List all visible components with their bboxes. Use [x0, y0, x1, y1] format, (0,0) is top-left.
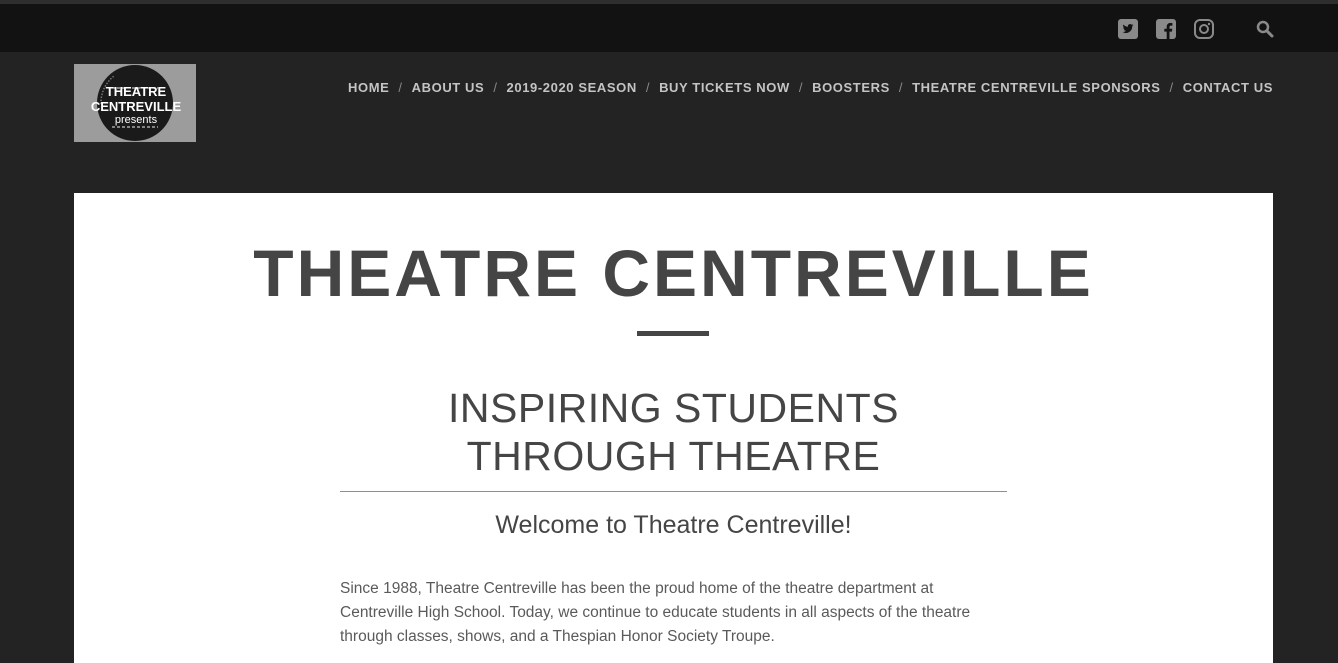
nav-item-season[interactable]: 2019-2020 SEASON: [507, 80, 637, 95]
nav-separator: /: [1169, 80, 1174, 95]
nav-item-about-us[interactable]: ABOUT US: [412, 80, 485, 95]
welcome-heading: Welcome to Theatre Centreville!: [495, 511, 852, 539]
nav-item-buy-tickets[interactable]: BUY TICKETS NOW: [659, 80, 790, 95]
logo-line1: THEATRE: [106, 84, 167, 99]
page-title: THEATRE CENTREVILLE: [253, 236, 1094, 310]
nav-item-contact-us[interactable]: CONTACT US: [1183, 80, 1273, 95]
nav-item-boosters[interactable]: BOOSTERS: [812, 80, 890, 95]
logo-line3: presents: [115, 114, 158, 126]
nav-separator: /: [798, 80, 804, 95]
divider: [340, 491, 1007, 492]
intro-paragraph: Since 1988, Theatre Centreville has been…: [340, 580, 971, 645]
instagram-icon[interactable]: [1193, 18, 1215, 40]
logo-line2: CENTREVILLE: [91, 99, 182, 114]
content-card: THEATRE CENTREVILLE INSPIRING STUDENTS T…: [74, 193, 1273, 663]
twitter-icon[interactable]: [1117, 18, 1139, 40]
nav-separator: /: [493, 80, 498, 95]
nav-separator: /: [645, 80, 651, 95]
facebook-icon[interactable]: [1155, 18, 1177, 40]
tagline-line-2: THROUGH THEATRE: [466, 433, 881, 479]
tagline-line-1: INSPIRING STUDENTS: [448, 385, 899, 431]
top-bar: [0, 4, 1338, 52]
title-underline: [637, 331, 709, 336]
site-logo[interactable]: THEATRE CENTREVILLE presents: [74, 64, 196, 142]
main-nav: HOME / ABOUT US / 2019-2020 SEASON / BUY…: [348, 80, 1273, 95]
tagline: INSPIRING STUDENTS THROUGH THEATRE: [74, 384, 1273, 480]
nav-separator: /: [398, 80, 403, 95]
search-icon[interactable]: [1254, 18, 1276, 40]
nav-item-sponsors[interactable]: THEATRE CENTREVILLE SPONSORS: [912, 80, 1160, 95]
nav-item-home[interactable]: HOME: [348, 80, 389, 95]
nav-separator: /: [898, 80, 904, 95]
